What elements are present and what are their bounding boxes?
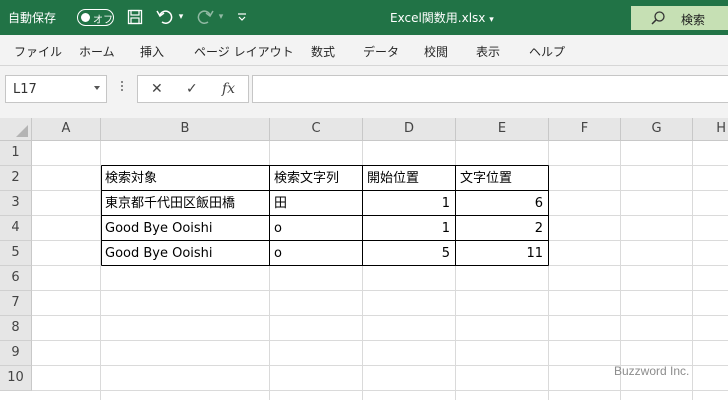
header-cell-start-position[interactable]: 開始位置 <box>363 166 455 191</box>
table-cell[interactable]: 2 <box>456 216 548 241</box>
autosave-toggle[interactable]: オフ <box>77 9 114 26</box>
redo-icon <box>195 8 215 26</box>
formula-bar: L17 ✕ ✓ fx <box>0 66 728 118</box>
tab-view[interactable]: 表示 <box>476 43 500 60</box>
tab-help[interactable]: ヘルプ <box>529 43 565 60</box>
table-cell[interactable]: 1 <box>363 191 455 216</box>
spreadsheet-grid[interactable]: A B C D E F G H 1 2 3 4 5 6 7 8 9 10 検索対… <box>0 118 728 400</box>
title-bar: 自動保存 オフ ▾ ▾ Excel関数用.xlsx ▾ 検索 <box>0 0 728 35</box>
header-cell-char-position[interactable]: 文字位置 <box>456 166 548 191</box>
tab-review[interactable]: 校閲 <box>424 43 448 60</box>
table-cell[interactable]: 1 <box>363 216 455 241</box>
watermark: Buzzword Inc. <box>614 364 690 378</box>
tab-home[interactable]: ホーム <box>79 43 115 60</box>
table-cell[interactable]: Good Bye Ooishi <box>101 216 269 241</box>
autosave-label: 自動保存 <box>8 11 57 25</box>
splitter-handle[interactable] <box>121 81 123 94</box>
autosave-state: オフ <box>93 15 113 26</box>
table-cell[interactable]: o <box>270 216 362 241</box>
tab-file[interactable]: ファイル <box>14 43 62 60</box>
document-title-text: Excel関数用.xlsx <box>390 11 486 25</box>
header-cell-search-string[interactable]: 検索文字列 <box>270 166 362 191</box>
chevron-down-icon[interactable] <box>94 86 100 90</box>
search-label: 検索 <box>681 13 706 27</box>
table-cell[interactable]: 11 <box>456 241 548 266</box>
redo-dropdown-icon: ▾ <box>218 12 224 22</box>
table-cell[interactable]: 6 <box>456 191 548 216</box>
table-cell[interactable]: Good Bye Ooishi <box>101 241 269 266</box>
cancel-icon[interactable]: ✕ <box>151 81 163 97</box>
formula-buttons: ✕ ✓ fx <box>137 75 249 103</box>
tab-page-layout[interactable]: ページ レイアウト <box>194 43 294 60</box>
table-cell[interactable]: o <box>270 241 362 266</box>
chevron-down-icon: ▾ <box>489 15 494 25</box>
customize-icon[interactable] <box>236 8 248 26</box>
toggle-knob <box>81 13 90 22</box>
undo-icon[interactable] <box>155 8 175 26</box>
ribbon-tabs: ファイル ホーム 挿入 ページ レイアウト 数式 データ 校閲 表示 ヘルプ <box>0 35 728 66</box>
insert-function-icon[interactable]: fx <box>222 81 235 97</box>
table-cell[interactable]: 5 <box>363 241 455 266</box>
save-icon[interactable] <box>126 8 144 26</box>
table-cell[interactable]: 東京都千代田区飯田橋 <box>101 191 269 216</box>
search-box[interactable]: 検索 <box>631 6 728 30</box>
formula-input[interactable] <box>252 75 728 103</box>
tab-formulas[interactable]: 数式 <box>311 43 335 60</box>
tab-data[interactable]: データ <box>363 43 399 60</box>
header-cell-search-target[interactable]: 検索対象 <box>101 166 269 191</box>
name-box[interactable]: L17 <box>5 75 107 103</box>
tab-insert[interactable]: 挿入 <box>140 43 164 60</box>
document-title[interactable]: Excel関数用.xlsx ▾ <box>390 9 494 26</box>
enter-icon[interactable]: ✓ <box>186 81 198 97</box>
table-cell[interactable]: 田 <box>270 191 362 216</box>
undo-dropdown-icon[interactable]: ▾ <box>176 8 186 26</box>
search-icon <box>650 10 666 29</box>
name-box-value: L17 <box>13 82 37 97</box>
